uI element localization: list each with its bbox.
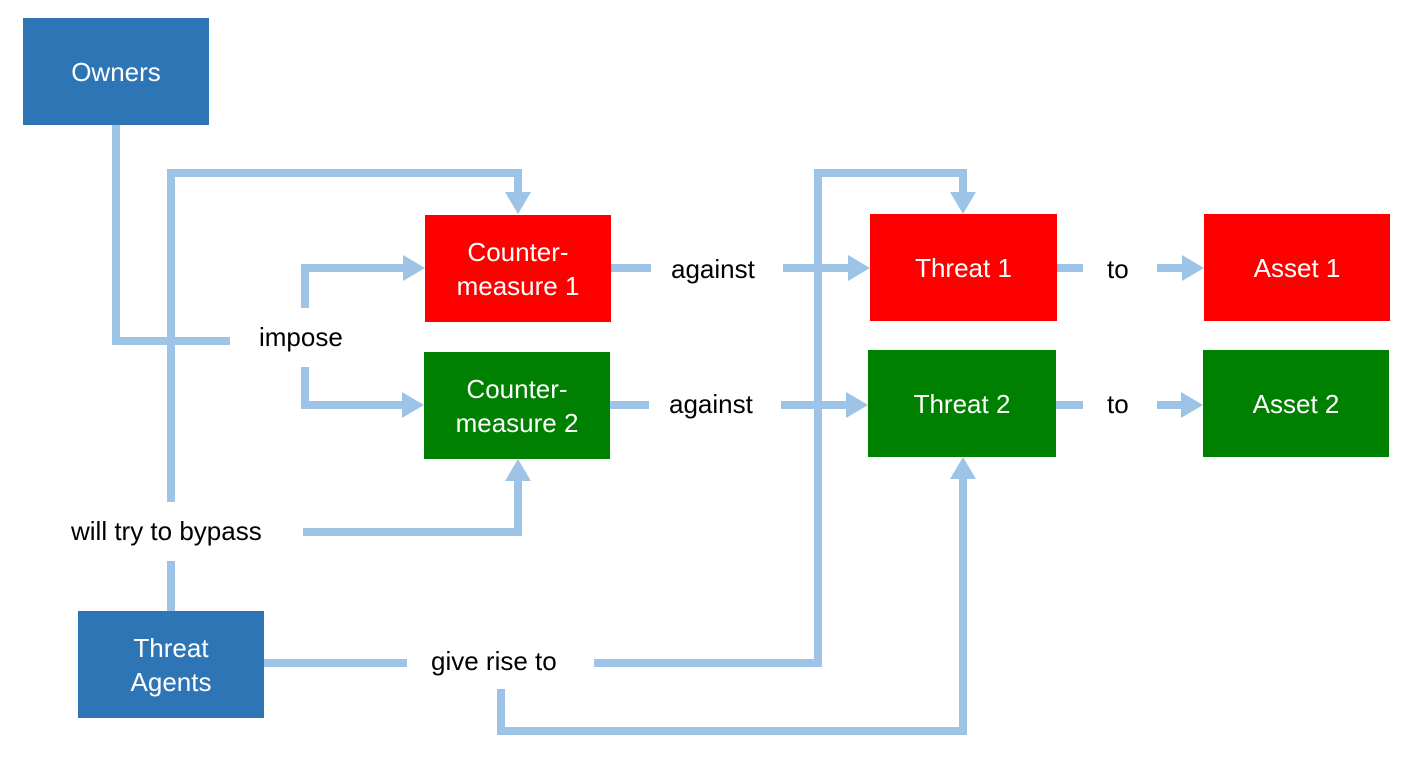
threat-1-label: Threat 1 [915,252,1012,283]
impose-label: impose [259,322,343,352]
to-to-asset1-arrow [1182,255,1204,281]
countermeasure-2-line1: Counter- [466,373,568,404]
threat-agents-box: Threat Agents [78,611,264,718]
give-rise-to-threat1-arrow [950,192,976,214]
to-to-asset2-arrow [1181,392,1203,418]
countermeasure-1-box: Counter- measure 1 [425,215,611,322]
asset-2-label: Asset 2 [1252,388,1340,419]
owners-label: Owners [71,56,161,87]
to-label-1: to [1107,254,1129,284]
countermeasure-1-line2: measure 1 [456,270,580,301]
threat-2-label: Threat 2 [913,388,1011,419]
impose-to-cm2-arrow [402,392,424,418]
impose-to-cm1-arrow [403,255,425,281]
bypass-to-cm1-arrow [505,192,531,214]
impose-to-cm2-line [301,367,404,409]
owners-box: Owners [23,18,209,125]
against-label-2: against [669,389,753,419]
give-rise-to-threat2-line [497,478,967,735]
bypass-to-cm2-line [303,480,522,536]
give-rise-to-label: give rise to [431,646,557,676]
countermeasure-2-box: Counter- measure 2 [424,352,610,459]
to-label-2: to [1107,389,1129,419]
against-to-threat1-arrow [848,255,870,281]
give-rise-to-threat2-arrow [950,457,976,479]
threat-agents-line2: Agents [130,666,212,697]
threat-model-diagram: Owners Counter- measure 1 Counter- measu… [0,0,1410,773]
threat-2-box: Threat 2 [868,350,1056,457]
asset-2-box: Asset 2 [1203,350,1389,457]
impose-to-cm1-line [301,264,405,308]
asset-1-label: Asset 1 [1253,252,1341,283]
countermeasure-1-line1: Counter- [467,236,569,267]
threat-1-box: Threat 1 [870,214,1057,321]
threat-agents-line1: Threat [133,632,209,663]
bypass-to-cm2-arrow [505,459,531,481]
against-label-1: against [671,254,755,284]
asset-1-box: Asset 1 [1204,214,1390,321]
countermeasure-2-line2: measure 2 [455,407,579,438]
will-try-to-bypass-label: will try to bypass [71,516,262,546]
against-to-threat2-arrow [846,392,868,418]
